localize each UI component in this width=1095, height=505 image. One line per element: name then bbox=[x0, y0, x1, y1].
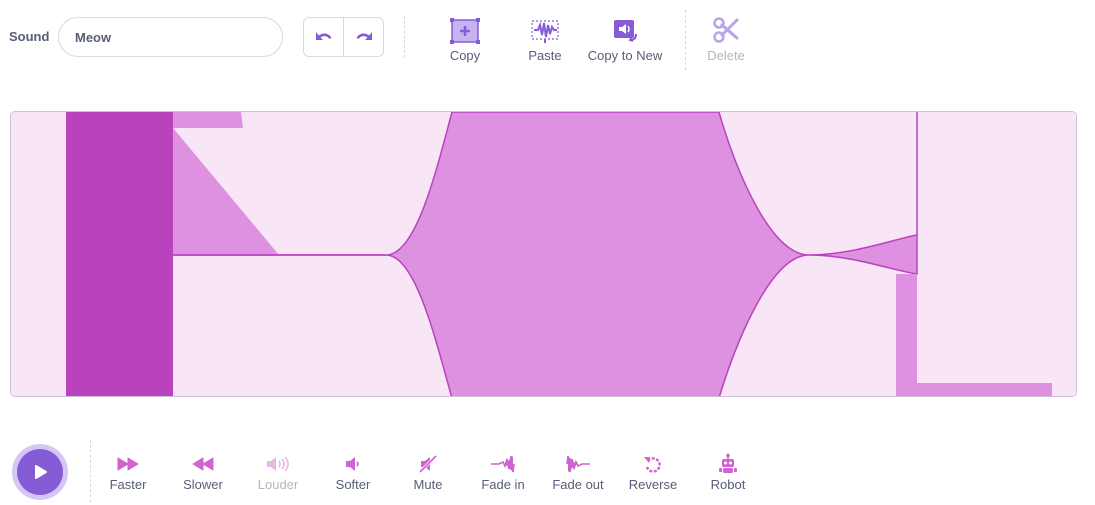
softer-icon bbox=[346, 457, 359, 471]
faster-label: Faster bbox=[109, 477, 147, 492]
toolbar-divider bbox=[404, 16, 405, 58]
effects-divider bbox=[90, 440, 91, 502]
softer-label: Softer bbox=[335, 477, 371, 492]
louder-button[interactable]: Louder bbox=[243, 454, 313, 492]
louder-icon bbox=[267, 456, 289, 472]
faster-button[interactable]: Faster bbox=[93, 454, 163, 492]
copy-icon bbox=[450, 18, 480, 44]
delete-label: Delete bbox=[707, 48, 745, 63]
waveform bbox=[11, 112, 1076, 396]
slower-icon bbox=[192, 457, 214, 471]
faster-icon bbox=[117, 457, 139, 471]
waveform-segment-tail bbox=[896, 274, 917, 396]
copy-to-new-icon bbox=[614, 20, 637, 42]
mute-label: Mute bbox=[413, 477, 443, 492]
waveform-segment-end bbox=[917, 383, 1052, 396]
delete-button[interactable]: Delete bbox=[681, 14, 771, 63]
reverse-label: Reverse bbox=[628, 477, 678, 492]
reverse-button[interactable]: Reverse bbox=[618, 454, 688, 492]
paste-label: Paste bbox=[528, 48, 562, 63]
slower-button[interactable]: Slower bbox=[168, 454, 238, 492]
redo-button[interactable] bbox=[343, 18, 383, 56]
softer-button[interactable]: Softer bbox=[318, 454, 388, 492]
fade-out-label: Fade out bbox=[552, 477, 604, 492]
fade-out-icon bbox=[566, 455, 590, 473]
waveform-segment-start bbox=[66, 112, 173, 396]
slower-label: Slower bbox=[183, 477, 223, 492]
robot-button[interactable]: Robot bbox=[693, 453, 763, 492]
play-icon bbox=[35, 465, 47, 479]
reverse-icon bbox=[644, 457, 661, 473]
louder-label: Louder bbox=[257, 477, 299, 492]
undo-button[interactable] bbox=[304, 18, 343, 56]
copy-to-new-button[interactable]: Copy to New bbox=[580, 14, 670, 63]
play-button[interactable] bbox=[12, 444, 68, 500]
robot-icon bbox=[719, 453, 737, 473]
sound-label: Sound bbox=[9, 29, 50, 44]
paste-button[interactable]: Paste bbox=[500, 14, 590, 63]
redo-icon bbox=[356, 32, 372, 40]
waveform-segment-ramp bbox=[173, 112, 243, 128]
fade-in-icon bbox=[491, 455, 515, 473]
copy-to-new-label: Copy to New bbox=[587, 48, 663, 63]
robot-label: Robot bbox=[710, 477, 746, 492]
undo-redo-group bbox=[303, 17, 384, 57]
sound-name-input[interactable] bbox=[58, 17, 283, 57]
paste-icon bbox=[531, 20, 559, 43]
copy-button[interactable]: Copy bbox=[420, 14, 510, 63]
fade-in-button[interactable]: Fade in bbox=[468, 454, 538, 492]
mute-button[interactable]: Mute bbox=[393, 454, 463, 492]
copy-label: Copy bbox=[449, 48, 481, 63]
fade-in-label: Fade in bbox=[481, 477, 525, 492]
fade-out-button[interactable]: Fade out bbox=[543, 454, 613, 492]
undo-icon bbox=[315, 32, 331, 40]
delete-icon bbox=[713, 17, 739, 43]
mute-icon bbox=[418, 455, 438, 473]
waveform-editor[interactable] bbox=[10, 111, 1077, 397]
